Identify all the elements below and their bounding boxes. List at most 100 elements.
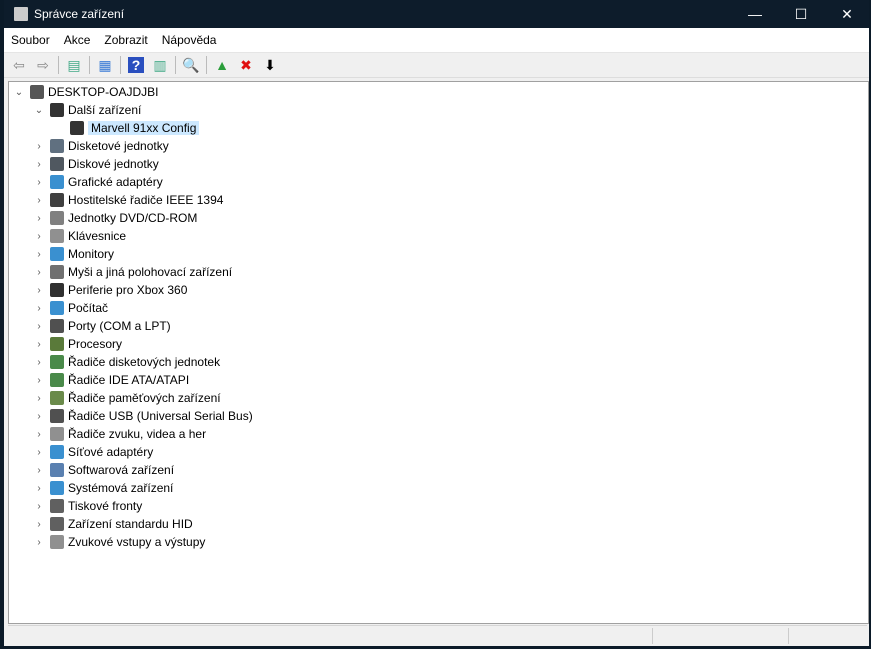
tree-device-marvell[interactable]: Marvell 91xx Config (52, 119, 200, 137)
device-icon (50, 517, 64, 531)
minimize-button[interactable]: — (732, 0, 778, 28)
expand-chevron-icon[interactable]: › (32, 411, 46, 422)
help-button[interactable]: ? (126, 55, 146, 75)
tree-category[interactable]: › Zvukové vstupy a výstupy (32, 533, 205, 551)
action-pane-button[interactable]: ▥ (150, 55, 170, 75)
expand-chevron-icon[interactable]: › (32, 465, 46, 476)
uninstall-icon: ✖ (240, 56, 252, 73)
expand-chevron-icon[interactable]: › (32, 231, 46, 242)
expand-chevron-icon[interactable]: › (32, 321, 46, 332)
show-hide-console-tree-button[interactable]: ▤ (64, 55, 84, 75)
collapse-chevron-icon[interactable]: ⌄ (12, 87, 26, 98)
expand-chevron-icon[interactable]: › (32, 303, 46, 314)
expand-chevron-icon[interactable]: › (32, 429, 46, 440)
expand-chevron-icon[interactable]: › (32, 483, 46, 494)
expand-chevron-icon[interactable]: › (32, 519, 46, 530)
tree-item-label: Řadiče paměťových zařízení (68, 391, 221, 405)
help-icon: ? (127, 57, 145, 73)
expand-chevron-icon[interactable]: › (32, 195, 46, 206)
tree-category[interactable]: › Řadiče IDE ATA/ATAPI (32, 371, 189, 389)
device-icon (50, 211, 64, 225)
tree-root-computer[interactable]: ⌄ DESKTOP-OAJDJBI (12, 83, 158, 101)
tree-category-other-devices[interactable]: ⌄ Další zařízení (32, 101, 141, 119)
tree-item-label: Marvell 91xx Config (88, 121, 200, 135)
expand-chevron-icon[interactable]: › (32, 501, 46, 512)
forward-icon: ⇨ (37, 56, 49, 73)
menu-akce[interactable]: Akce (57, 33, 98, 47)
expand-chevron-icon[interactable]: › (32, 141, 46, 152)
toolbar-separator (120, 56, 121, 74)
disable-icon: ⬇ (264, 56, 276, 73)
device-manager-window: Správce zařízení — ☐ ✕ Soubor Akce Zobrazi… (4, 0, 869, 646)
tree-category[interactable]: › Zařízení standardu HID (32, 515, 193, 533)
tree-item-label: Systémová zařízení (68, 481, 174, 495)
window-title: Správce zařízení (34, 7, 125, 21)
expand-chevron-icon[interactable]: › (32, 357, 46, 368)
expand-chevron-icon[interactable]: › (32, 267, 46, 278)
collapse-chevron-icon[interactable]: ⌄ (32, 105, 46, 116)
disable-button[interactable]: ⬇ (260, 55, 280, 75)
tree-category[interactable]: › Grafické adaptéry (32, 173, 163, 191)
tree-category[interactable]: › Jednotky DVD/CD-ROM (32, 209, 197, 227)
expand-chevron-icon[interactable]: › (32, 159, 46, 170)
expand-chevron-icon[interactable]: › (32, 447, 46, 458)
menu-bar: Soubor Akce Zobrazit Nápověda (4, 28, 869, 53)
device-icon (50, 463, 64, 477)
tree-item-label: Počítač (68, 301, 109, 315)
tree-category[interactable]: › Disketové jednotky (32, 137, 169, 155)
tree-category[interactable]: › Klávesnice (32, 227, 126, 245)
tree-category[interactable]: › Síťové adaptéry (32, 443, 153, 461)
tree-category[interactable]: › Řadiče paměťových zařízení (32, 389, 221, 407)
menu-nápověda[interactable]: Nápověda (155, 33, 224, 47)
menu-soubor[interactable]: Soubor (4, 33, 57, 47)
expand-chevron-icon[interactable]: › (32, 177, 46, 188)
uninstall-button[interactable]: ✖ (236, 55, 256, 75)
forward-button[interactable]: ⇨ (33, 55, 53, 75)
device-icon (50, 427, 64, 441)
tree-category[interactable]: › Tiskové fronty (32, 497, 142, 515)
update-driver-button[interactable]: ▲ (212, 55, 232, 75)
expand-chevron-icon[interactable]: › (32, 393, 46, 404)
device-icon (50, 391, 64, 405)
close-button[interactable]: ✕ (824, 0, 870, 28)
tree-category[interactable]: › Řadiče disketových jednotek (32, 353, 220, 371)
tree-item-label: Další zařízení (68, 103, 142, 117)
expand-chevron-icon[interactable]: › (32, 537, 46, 548)
device-icon (50, 193, 64, 207)
scan-hardware-button[interactable]: 🔍 (181, 55, 201, 75)
expand-chevron-icon[interactable]: › (32, 213, 46, 224)
tree-category[interactable]: › Porty (COM a LPT) (32, 317, 171, 335)
device-tree[interactable]: ⌄ DESKTOP-OAJDJBI ⌄ Další zařízení Marvell 9… (8, 81, 869, 624)
device-icon (30, 85, 44, 99)
tree-category[interactable]: › Procesory (32, 335, 122, 353)
menu-zobrazit[interactable]: Zobrazit (97, 33, 154, 47)
expand-chevron-icon[interactable]: › (32, 339, 46, 350)
properties-button[interactable]: ▦ (95, 55, 115, 75)
device-icon (50, 265, 64, 279)
tree-category[interactable]: › Myši a jiná polohovací zařízení (32, 263, 232, 281)
action-pane-icon: ▥ (153, 56, 167, 73)
tree-category[interactable]: › Řadiče zvuku, videa a her (32, 425, 206, 443)
tree-item-label: Tiskové fronty (68, 499, 143, 513)
device-icon (50, 337, 64, 351)
tree-item-label: Hostitelské řadiče IEEE 1394 (68, 193, 224, 207)
expand-chevron-icon[interactable]: › (32, 249, 46, 260)
device-icon (50, 157, 64, 171)
device-icon (50, 499, 64, 513)
tree-item-label: Myši a jiná polohovací zařízení (68, 265, 233, 279)
tree-item-label: Disketové jednotky (68, 139, 169, 153)
maximize-button[interactable]: ☐ (778, 0, 824, 28)
tree-category[interactable]: › Monitory (32, 245, 114, 263)
tree-category[interactable]: › Hostitelské řadiče IEEE 1394 (32, 191, 223, 209)
tree-category[interactable]: › Diskové jednotky (32, 155, 159, 173)
tree-category[interactable]: › Periferie pro Xbox 360 (32, 281, 187, 299)
title-bar: Správce zařízení — ☐ ✕ (4, 0, 869, 28)
tree-category[interactable]: › Počítač (32, 299, 108, 317)
device-icon (50, 319, 64, 333)
expand-chevron-icon[interactable]: › (32, 285, 46, 296)
back-button[interactable]: ⇦ (9, 55, 29, 75)
tree-category[interactable]: › Softwarová zařízení (32, 461, 174, 479)
tree-category[interactable]: › Systémová zařízení (32, 479, 173, 497)
expand-chevron-icon[interactable]: › (32, 375, 46, 386)
tree-category[interactable]: › Řadiče USB (Universal Serial Bus) (32, 407, 253, 425)
